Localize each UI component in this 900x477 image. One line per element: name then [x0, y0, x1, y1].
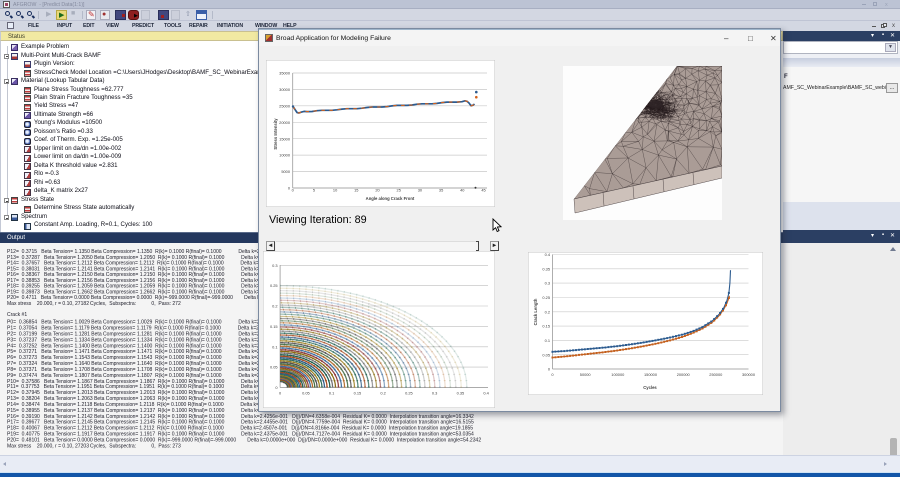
- svg-text:0.4: 0.4: [483, 391, 489, 396]
- svg-text:Crack Length: Crack Length: [533, 298, 538, 325]
- svg-text:15000: 15000: [279, 136, 291, 141]
- svg-text:Stress Intensity: Stress Intensity: [273, 118, 278, 150]
- svg-text:0.25: 0.25: [542, 295, 550, 300]
- svg-text:0.1: 0.1: [545, 338, 550, 343]
- svg-text:Angle along Crack Front: Angle along Crack Front: [366, 196, 415, 201]
- svg-text:25000: 25000: [279, 103, 291, 108]
- svg-text:0.3: 0.3: [545, 281, 550, 286]
- svg-text:0.15: 0.15: [542, 324, 550, 329]
- svg-text:0.2: 0.2: [545, 309, 550, 314]
- svg-text:25: 25: [397, 188, 401, 193]
- svg-text:300000: 300000: [742, 372, 756, 377]
- svg-text:50000: 50000: [580, 372, 592, 377]
- svg-text:Cycles: Cycles: [643, 385, 657, 390]
- svg-text:0.25: 0.25: [270, 283, 278, 288]
- svg-text:0.05: 0.05: [542, 352, 550, 357]
- svg-text:0.15: 0.15: [270, 324, 278, 329]
- svg-text:150000: 150000: [644, 372, 658, 377]
- svg-text:35: 35: [439, 188, 443, 193]
- svg-text:0.1: 0.1: [272, 344, 277, 349]
- svg-text:0.4: 0.4: [545, 252, 551, 257]
- svg-text:0.25: 0.25: [405, 391, 413, 396]
- svg-text:45: 45: [481, 188, 485, 193]
- svg-text:0.35: 0.35: [457, 391, 465, 396]
- svg-text:250000: 250000: [709, 372, 723, 377]
- svg-text:0.15: 0.15: [354, 391, 362, 396]
- svg-text:200000: 200000: [677, 372, 691, 377]
- svg-text:15: 15: [354, 188, 358, 193]
- svg-text:0.3: 0.3: [432, 391, 437, 396]
- svg-text:0.2: 0.2: [380, 391, 385, 396]
- svg-text:10000: 10000: [279, 153, 291, 158]
- svg-text:30000: 30000: [279, 87, 291, 92]
- svg-text:0.2: 0.2: [272, 304, 277, 309]
- svg-text:5000: 5000: [281, 169, 290, 174]
- svg-text:0.35: 0.35: [542, 266, 550, 271]
- svg-text:5: 5: [313, 188, 315, 193]
- svg-text:0.1: 0.1: [329, 391, 334, 396]
- svg-text:0.05: 0.05: [270, 365, 278, 370]
- svg-text:35000: 35000: [279, 71, 291, 76]
- svg-text:100000: 100000: [611, 372, 625, 377]
- svg-text:0.3: 0.3: [272, 263, 277, 268]
- svg-text:20000: 20000: [279, 120, 291, 125]
- svg-text:0.05: 0.05: [302, 391, 310, 396]
